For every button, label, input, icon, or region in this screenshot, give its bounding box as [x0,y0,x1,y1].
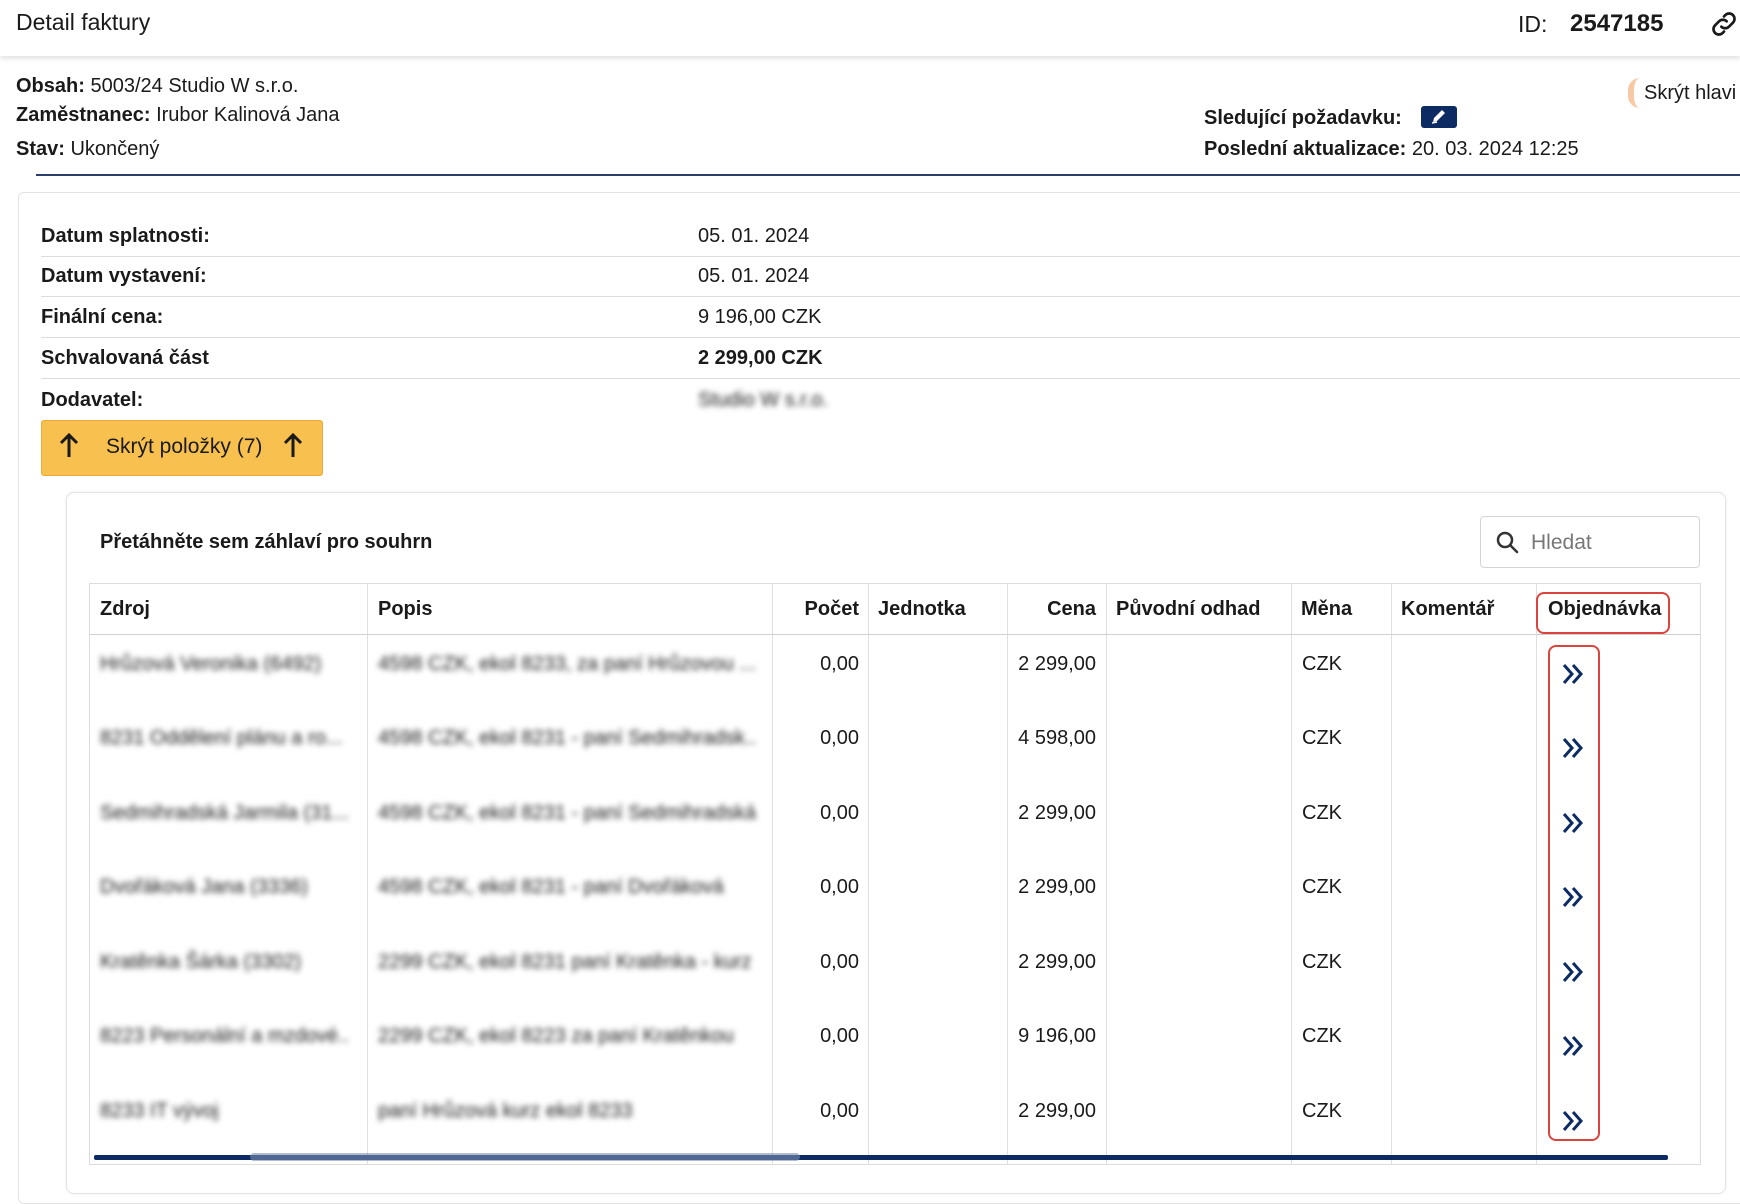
cell-mena: CZK [1302,802,1342,824]
cell-popis: paní Hrůzová kurz ekol 8233 [378,1100,633,1122]
cell-popis: 2299 CZK, ekol 8231 paní Kratěnka - kurz [378,951,752,973]
column-header-puvodni-odhad[interactable]: Původní odhad [1116,584,1260,634]
cell-cena: 2 299,00 [1018,1100,1096,1122]
cell-cena: 2 299,00 [1018,951,1096,973]
cell-zdroj: Sedmihradská Jarmila (31... [100,802,349,824]
sledujici-line: Sledující požadavku: [1204,105,1458,130]
group-panel-hint: Přetáhněte sem záhlaví pro souhrn [100,531,433,553]
posledni-line: Poslední aktualizace: 20. 03. 2024 12:25 [1204,138,1579,161]
sledujici-label: Sledující požadavku: [1204,107,1402,129]
cell-pocet: 0,00 [820,727,859,749]
posledni-value: 20. 03. 2024 12:25 [1411,138,1579,160]
cell-mena: CZK [1302,653,1342,675]
hide-items-button[interactable]: Skrýt položky (7) [41,420,323,476]
cell-pocet: 0,00 [820,951,859,973]
datum-vystaveni-label: Datum vystavení: [41,265,207,287]
cell-pocet: 0,00 [820,653,859,675]
obsah-value: 5003/24 Studio W s.r.o. [90,75,299,97]
datum-vystaveni-value: 05. 01. 2024 [698,265,810,287]
search-icon [1496,531,1519,554]
schvalovana-value: 2 299,00 CZK [698,347,823,369]
zamestnanec-line: Zaměstnanec: Irubor Kalinová Jana [16,104,340,127]
scrollbar-thumb[interactable] [250,1153,800,1161]
cell-popis: 4598 CZK, ekol 8231 - paní Sedmihradská [378,802,756,824]
stav-label: Stav: [16,138,65,160]
page-title: Detail faktury [16,9,151,35]
detail-row-vystaveni: Datum vystavení: 05. 01. 2024 [41,256,1740,297]
stav-line: Stav: Ukončený [16,138,159,161]
arrow-up-icon [282,432,304,466]
schvalovana-label: Schvalovaná část [41,347,209,369]
link-icon[interactable] [1708,8,1740,40]
hide-items-label: Skrýt položky (7) [106,435,263,458]
zamestnanec-label: Zaměstnanec: [16,104,151,126]
highlight-objednavka-column [1548,645,1600,1141]
dodavatel-label: Dodavatel: [41,389,144,411]
pencil-icon [1432,109,1446,124]
top-bar: Detail faktury ID: 2547185 [0,0,1740,56]
cell-pocet: 0,00 [820,876,859,898]
cell-cena: 9 196,00 [1018,1025,1096,1047]
cell-pocet: 0,00 [820,802,859,824]
cell-cena: 2 299,00 [1018,653,1096,675]
cell-mena: CZK [1302,1025,1342,1047]
financni-cena-label: Finální cena: [41,306,164,328]
highlight-objednavka-header [1536,592,1670,634]
cell-zdroj: 8223 Personální a mzdové... [100,1025,350,1047]
hide-header-button[interactable]: Skrýt hlavi [1628,78,1740,108]
edit-watchers-button[interactable] [1421,105,1458,128]
cell-zdroj: 8231 Oddělení plánu a ro... [100,727,343,749]
financni-cena-value: 9 196,00 CZK [698,306,822,328]
cell-zdroj: Dvořáková Jana (3336) [100,876,308,898]
detail-row-schvalovana: Schvalovaná část 2 299,00 CZK [41,338,1740,379]
cell-mena: CZK [1302,727,1342,749]
column-header-jednotka[interactable]: Jednotka [878,584,966,634]
cell-popis: 4598 CZK, ekol 8231 - paní Sedmihradsk..… [378,727,758,749]
search-box [1480,516,1700,568]
detail-row-splatnost: Datum splatnosti: 05. 01. 2024 [41,216,1740,257]
dodavatel-value: Studio W s.r.o. [698,389,829,411]
obsah-line: Obsah: 5003/24 Studio W s.r.o. [16,75,298,98]
zamestnanec-value: Irubor Kalinová Jana [156,104,340,126]
cell-mena: CZK [1302,876,1342,898]
cell-zdroj: 8233 IT vývoj [100,1100,219,1122]
column-header-mena[interactable]: Měna [1301,584,1352,634]
cell-zdroj: Hrůzová Veronika (6492) [100,653,322,675]
posledni-label: Poslední aktualizace: [1204,138,1407,160]
stav-value: Ukončený [70,138,160,160]
cell-mena: CZK [1302,951,1342,973]
column-header-komentar[interactable]: Komentář [1401,584,1494,634]
detail-row-dodavatel: Dodavatel: Studio W s.r.o. [41,380,1740,420]
cell-mena: CZK [1302,1100,1342,1122]
datum-splatnosti-value: 05. 01. 2024 [698,225,810,247]
cell-zdroj: Kratěnka Šárka (3302) [100,951,302,973]
cell-pocet: 0,00 [820,1100,859,1122]
cell-popis: 4598 CZK, ekol 8233, za paní Hrůzovou ..… [378,653,756,675]
cell-cena: 4 598,00 [1018,727,1096,749]
datum-splatnosti-label: Datum splatnosti: [41,225,210,247]
items-table: Zdroj Popis Počet Jednotka Cena Původní … [89,583,1701,1165]
column-header-cena[interactable]: Cena [1017,584,1096,634]
cell-popis: 2299 CZK, ekol 8223 za paní Kratěnkou [378,1025,734,1047]
detail-row-cena: Finální cena: 9 196,00 CZK [41,297,1740,338]
id-value: 2547185 [1570,10,1664,37]
id-label: ID: [1518,11,1548,37]
obsah-label: Obsah: [16,75,85,97]
column-header-zdroj[interactable]: Zdroj [100,584,150,634]
search-input[interactable] [1529,527,1693,559]
header-divider [36,174,1740,176]
cell-popis: 4598 CZK, ekol 8231 - paní Dvořáková [378,876,724,898]
cell-cena: 2 299,00 [1018,802,1096,824]
column-header-popis[interactable]: Popis [378,584,432,634]
cell-cena: 2 299,00 [1018,876,1096,898]
cell-pocet: 0,00 [820,1025,859,1047]
arrow-up-icon [58,432,80,466]
column-header-pocet[interactable]: Počet [782,584,859,634]
